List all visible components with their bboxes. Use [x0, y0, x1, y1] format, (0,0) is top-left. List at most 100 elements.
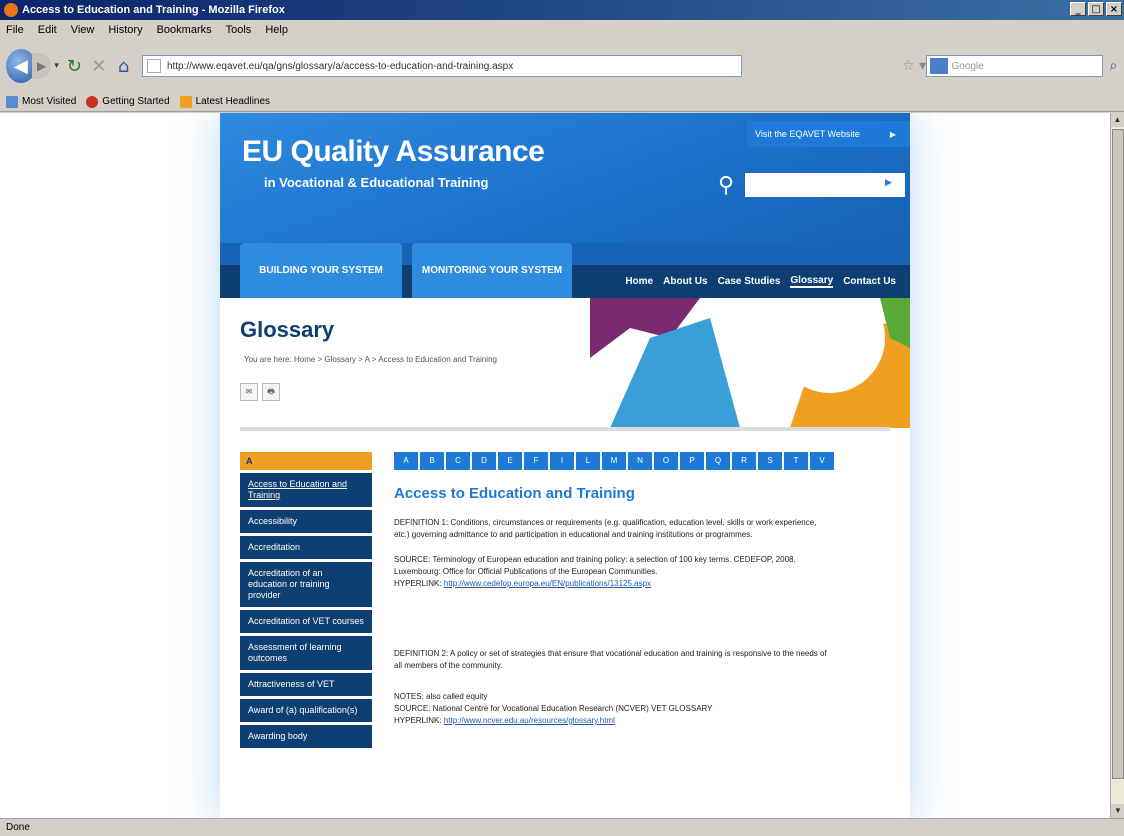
- search-go-icon[interactable]: ⌕: [1103, 51, 1124, 81]
- letter-f[interactable]: F: [524, 452, 548, 470]
- letter-i[interactable]: I: [550, 452, 574, 470]
- print-icon[interactable]: 🖶: [262, 383, 280, 401]
- site-title[interactable]: EU Quality Assurance: [242, 135, 545, 169]
- arrow-right-icon: ▶: [889, 129, 896, 139]
- search-placeholder: Google: [951, 60, 984, 72]
- letter-e[interactable]: E: [498, 452, 522, 470]
- scroll-up-icon[interactable]: ▲: [1111, 113, 1124, 127]
- firefox-icon: [4, 3, 18, 17]
- source-1: SOURCE: Terminology of European educatio…: [394, 555, 796, 576]
- menu-bookmarks[interactable]: Bookmarks: [157, 24, 212, 36]
- nav-home[interactable]: Home: [625, 276, 653, 287]
- nav-about-us[interactable]: About Us: [663, 276, 707, 287]
- close-button[interactable]: ×: [1106, 2, 1122, 16]
- sidebar-item-award[interactable]: Award of (a) qualification(s): [240, 699, 372, 722]
- letter-q[interactable]: Q: [706, 452, 730, 470]
- letter-s[interactable]: S: [758, 452, 782, 470]
- tab-monitoring-your-system[interactable]: MONITORING YOUR SYSTEM: [412, 243, 572, 298]
- letter-l[interactable]: L: [576, 452, 600, 470]
- bookmark-latest-headlines[interactable]: Latest Headlines: [179, 95, 271, 108]
- home-icon[interactable]: ⌂: [111, 51, 136, 81]
- site-header: EU Quality Assurance in Vocational & Edu…: [220, 113, 910, 243]
- sidebar-item-accreditation[interactable]: Accreditation: [240, 536, 372, 559]
- menu-help[interactable]: Help: [265, 24, 288, 36]
- reload-icon[interactable]: ↻: [62, 51, 87, 81]
- hyperlink-1[interactable]: http://www.cedefop.europa.eu/EN/publicat…: [444, 579, 651, 588]
- bookmark-label: Getting Started: [102, 96, 170, 107]
- search-go-arrow-icon[interactable]: ▶: [885, 177, 892, 188]
- letter-p[interactable]: P: [680, 452, 704, 470]
- letter-c[interactable]: C: [446, 452, 470, 470]
- scroll-down-icon[interactable]: ▼: [1111, 804, 1124, 818]
- hyperlink-row-1: HYPERLINK: http://www.cedefop.europa.eu/…: [394, 578, 834, 590]
- sidebar-item-assessment[interactable]: Assessment of learning outcomes: [240, 636, 372, 670]
- status-text: Done: [6, 822, 30, 833]
- scroll-thumb[interactable]: [1112, 129, 1124, 779]
- google-engine-icon[interactable]: [930, 58, 949, 74]
- letter-n[interactable]: N: [628, 452, 652, 470]
- sidebar-item-accreditation-vet[interactable]: Accreditation of VET courses: [240, 610, 372, 633]
- letter-t[interactable]: T: [784, 452, 808, 470]
- vet-link-label: Visit the EQAVET Website: [755, 129, 860, 139]
- vertical-scrollbar[interactable]: ▲ ▼: [1110, 113, 1124, 818]
- breadcrumb[interactable]: You are here: Home > Glossary > A > Acce…: [244, 355, 497, 364]
- web-page: EU Quality Assurance in Vocational & Edu…: [220, 113, 910, 818]
- menu-history[interactable]: History: [108, 24, 142, 36]
- alphabet-nav: A B C D E F I L M N O P Q R S T V: [394, 452, 834, 470]
- definition-2: DEFINITION 2: A policy or set of strateg…: [394, 649, 827, 670]
- page-favicon-icon: [146, 59, 161, 73]
- sidebar-item-attractiveness[interactable]: Attractiveness of VET: [240, 673, 372, 696]
- bookmark-label: Latest Headlines: [195, 96, 271, 107]
- sidebar-item-accessibility[interactable]: Accessibility: [240, 510, 372, 533]
- nav-contact-us[interactable]: Contact Us: [843, 276, 896, 287]
- sidebar-item-access-to-education[interactable]: Access to Education and Training: [240, 473, 372, 507]
- notes: NOTES: also called equity: [394, 692, 488, 701]
- letter-a[interactable]: A: [394, 452, 418, 470]
- hyperlink-label: HYPERLINK:: [394, 716, 442, 725]
- bookmark-getting-started[interactable]: Getting Started: [86, 95, 170, 108]
- bookmarks-toolbar: Most Visited Getting Started Latest Head…: [0, 92, 1124, 112]
- bookmark-icon: [6, 95, 18, 108]
- navigation-toolbar: ◀ ▶ ▾ ↻ ✕ ⌂ http://www.eqavet.eu/qa/gns/…: [0, 40, 1124, 92]
- rss-icon: [179, 95, 192, 108]
- bookmark-star-icon[interactable]: ☆ ▾: [902, 51, 927, 81]
- minimize-button[interactable]: _: [1070, 2, 1086, 16]
- menu-edit[interactable]: Edit: [38, 24, 57, 36]
- sidebar-item-awarding-body[interactable]: Awarding body: [240, 725, 372, 748]
- hyperlink-label: HYPERLINK:: [394, 579, 442, 588]
- hyperlink-2[interactable]: http://www.ncver.edu.au/resources/glossa…: [444, 716, 615, 725]
- search-bar[interactable]: Google: [926, 55, 1103, 77]
- hyperlink-row-2: HYPERLINK: http://www.ncver.edu.au/resou…: [394, 715, 834, 727]
- menu-view[interactable]: View: [71, 24, 95, 36]
- letter-v[interactable]: V: [810, 452, 834, 470]
- maximize-button[interactable]: □: [1088, 2, 1104, 16]
- stop-icon[interactable]: ✕: [87, 51, 112, 81]
- history-dropdown-icon[interactable]: ▾: [51, 51, 62, 81]
- letter-d[interactable]: D: [472, 452, 496, 470]
- nav-glossary[interactable]: Glossary: [790, 275, 834, 288]
- letter-b[interactable]: B: [420, 452, 444, 470]
- address-bar[interactable]: http://www.eqavet.eu/qa/gns/glossary/a/a…: [141, 55, 742, 77]
- definition-1: DEFINITION 1: Conditions, circumstances …: [394, 518, 817, 539]
- sidebar-item-accreditation-provider[interactable]: Accreditation of an education or trainin…: [240, 562, 372, 607]
- page-viewport: EU Quality Assurance in Vocational & Edu…: [0, 113, 1110, 818]
- divider: [240, 427, 890, 431]
- email-icon[interactable]: ✉: [240, 383, 258, 401]
- forward-button[interactable]: ▶: [31, 53, 52, 79]
- menu-file[interactable]: File: [6, 24, 24, 36]
- letter-o[interactable]: O: [654, 452, 678, 470]
- glossary-sidebar: A Access to Education and Training Acces…: [240, 452, 372, 751]
- firefox-bookmark-icon: [86, 95, 99, 108]
- term-title: Access to Education and Training: [394, 485, 635, 502]
- menu-bar: File Edit View History Bookmarks Tools H…: [0, 20, 1124, 40]
- nav-case-studies[interactable]: Case Studies: [718, 276, 781, 287]
- window-title: Access to Education and Training - Mozil…: [22, 4, 285, 16]
- letter-r[interactable]: R: [732, 452, 756, 470]
- search-icon: ⚲: [718, 173, 735, 198]
- menu-tools[interactable]: Tools: [226, 24, 252, 36]
- site-search-input[interactable]: [745, 173, 905, 197]
- vet-website-link[interactable]: Visit the EQAVET Website ▶: [747, 121, 910, 147]
- bookmark-most-visited[interactable]: Most Visited: [6, 95, 76, 108]
- tab-building-your-system[interactable]: BUILDING YOUR SYSTEM: [240, 243, 402, 298]
- letter-m[interactable]: M: [602, 452, 626, 470]
